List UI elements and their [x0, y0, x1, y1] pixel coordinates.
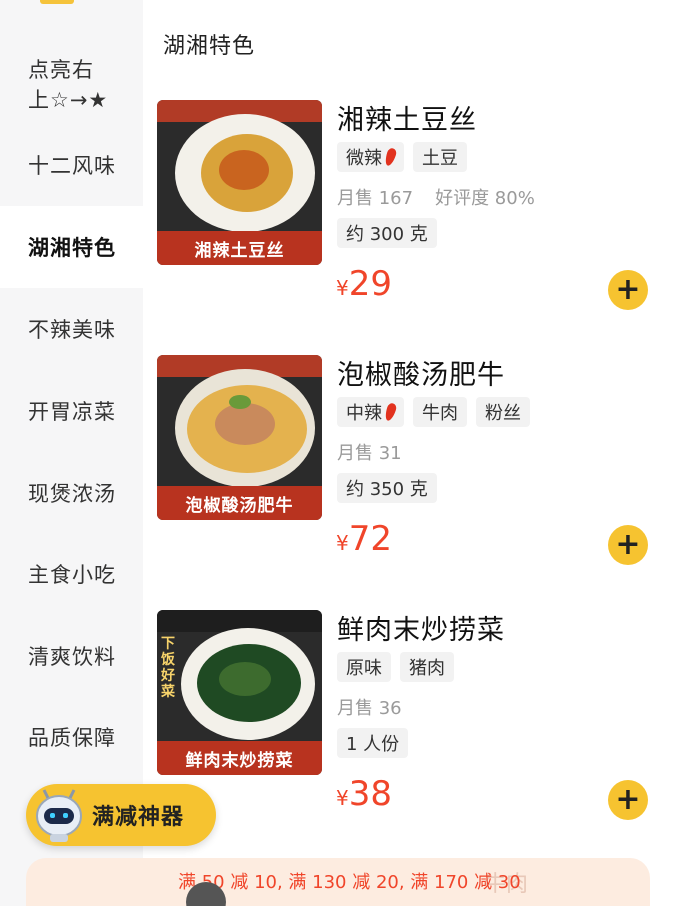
chili-icon: [383, 402, 398, 422]
price: ¥72: [336, 519, 392, 559]
sidebar-item-cold-dishes[interactable]: 开胃凉菜: [0, 370, 143, 452]
tag-list: 中辣 牛肉 粉丝: [337, 397, 530, 427]
portion-badge: 约 350 克: [337, 473, 437, 503]
sidebar-item-soups[interactable]: 现煲浓汤: [0, 452, 143, 534]
item-stats: 月售 167 好评度 80%: [337, 184, 535, 210]
menu-item[interactable]: 下饭好菜 鲜肉末炒捞菜 鲜肉末炒捞菜 原味 猪肉 月售 36 1 人份 ¥38 …: [157, 610, 657, 840]
currency-symbol: ¥: [336, 276, 349, 300]
food-green-pepper: [229, 395, 251, 409]
tag-label: 猪肉: [409, 658, 445, 679]
image-caption: 湘辣土豆丝: [157, 231, 322, 265]
tag-label: 原味: [346, 658, 382, 679]
ingredient-tag: 粉丝: [476, 397, 530, 427]
flavor-tag: 原味: [337, 652, 391, 682]
sidebar-item-quality[interactable]: 品质保障: [0, 696, 143, 778]
tag-list: 原味 猪肉: [337, 652, 454, 682]
food-chili-strips: [219, 150, 269, 190]
monthly-sales: 月售 36: [337, 698, 402, 719]
side-slogan: 下饭好菜: [161, 636, 175, 700]
price: ¥29: [336, 264, 392, 304]
sidebar-item-hunan-specialty[interactable]: 湖湘特色: [0, 206, 143, 288]
price-value: 29: [348, 264, 392, 304]
menu-item[interactable]: 泡椒酸汤肥牛 泡椒酸汤肥牛 中辣 牛肉 粉丝 月售 31 约 350 克 ¥72…: [157, 355, 657, 585]
food-beef-slices: [215, 403, 275, 445]
category-sidebar: 点亮右 上☆→★ 十二风味 湖湘特色 不辣美味 开胃凉菜 现煲浓汤 主食小吃 清…: [0, 0, 143, 906]
image-caption: 泡椒酸汤肥牛: [157, 486, 322, 520]
dish-image[interactable]: 下饭好菜 鲜肉末炒捞菜: [157, 610, 322, 775]
discount-text: 满 50 减 10, 满 130 减 20, 满 170 减 30: [178, 872, 521, 893]
add-to-cart-button[interactable]: +: [608, 780, 648, 820]
image-caption: 鲜肉末炒捞菜: [157, 741, 322, 775]
price-value: 38: [348, 774, 392, 814]
rating: 好评度 80%: [435, 188, 535, 209]
sidebar-item-drinks[interactable]: 清爽饮料: [0, 615, 143, 697]
item-stats: 月售 31: [337, 439, 402, 465]
section-title: 湖湘特色: [163, 34, 256, 59]
spice-tag: 微辣: [337, 142, 404, 172]
tag-list: 微辣 土豆: [337, 142, 467, 172]
chili-icon: [383, 147, 398, 167]
sidebar-item-twelve-flavors[interactable]: 十二风味: [0, 124, 143, 206]
price: ¥38: [336, 774, 392, 814]
tag-label: 中辣: [346, 403, 382, 424]
tag-label: 粉丝: [485, 403, 521, 424]
food-minced-pork: [219, 662, 271, 696]
sidebar-item-staples-snacks[interactable]: 主食小吃: [0, 533, 143, 615]
item-stats: 月售 36: [337, 694, 402, 720]
ingredient-tag: 猪肉: [400, 652, 454, 682]
tag-label: 牛肉: [422, 403, 458, 424]
robot-mascot-icon: [36, 789, 82, 842]
sidebar-item-non-spicy[interactable]: 不辣美味: [0, 288, 143, 370]
add-to-cart-button[interactable]: +: [608, 270, 648, 310]
dish-image[interactable]: 湘辣土豆丝: [157, 100, 322, 265]
monthly-sales: 月售 31: [337, 443, 402, 464]
scroll-indicator: [40, 0, 74, 4]
menu-item[interactable]: 湘辣土豆丝 湘辣土豆丝 微辣 土豆 月售 167 好评度 80% 约 300 克 …: [157, 100, 657, 330]
portion-badge: 1 人份: [337, 728, 409, 758]
dish-name: 泡椒酸汤肥牛: [337, 360, 505, 391]
spice-tag: 中辣: [337, 397, 404, 427]
portion-badge: 约 300 克: [337, 218, 437, 248]
promo-label: 满减神器: [92, 805, 185, 830]
ingredient-tag: 牛肉: [413, 397, 467, 427]
currency-symbol: ¥: [336, 786, 349, 810]
tag-label: 土豆: [422, 148, 458, 169]
price-value: 72: [348, 519, 392, 559]
dish-name: 湘辣土豆丝: [337, 105, 477, 136]
dish-name: 鲜肉末炒捞菜: [337, 615, 505, 646]
ingredient-tag: 土豆: [413, 142, 467, 172]
monthly-sales: 月售 167: [337, 188, 414, 209]
tag-label: 微辣: [346, 148, 382, 169]
currency-symbol: ¥: [336, 531, 349, 555]
add-to-cart-button[interactable]: +: [608, 525, 648, 565]
dish-image[interactable]: 泡椒酸汤肥牛: [157, 355, 322, 520]
